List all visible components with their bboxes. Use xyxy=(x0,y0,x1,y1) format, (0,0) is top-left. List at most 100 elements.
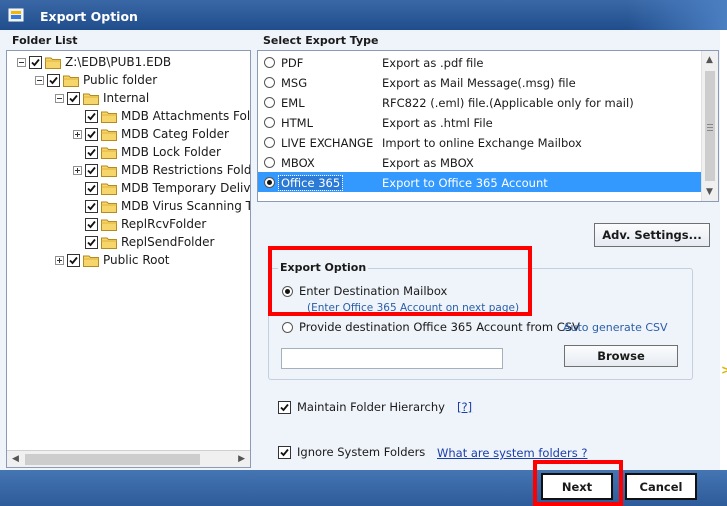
folder-icon xyxy=(101,236,117,249)
export-option-label: Export Option xyxy=(278,261,369,274)
folder-list-label: Folder List xyxy=(12,34,78,47)
expand-icon[interactable] xyxy=(73,165,82,175)
export-type-name: Office 365 xyxy=(277,175,344,191)
export-type-description: Export as .html File xyxy=(382,116,493,130)
scroll-left-icon[interactable]: ◀ xyxy=(12,454,19,464)
provide-csv-radio[interactable] xyxy=(282,321,293,333)
export-type-option[interactable]: MSG Export as Mail Message(.msg) file xyxy=(258,72,701,92)
horizontal-scrollbar[interactable]: ◀ ▶ xyxy=(7,450,250,467)
tree-item[interactable]: MDB Virus Scanning Temp xyxy=(73,197,250,215)
hierarchy-help-link[interactable]: [?] xyxy=(457,400,472,414)
tree-item-checkbox[interactable] xyxy=(85,181,98,195)
tree-item-checkbox[interactable] xyxy=(85,163,98,177)
ignore-system-option[interactable]: Ignore System Folders xyxy=(278,445,425,459)
browse-button[interactable]: Browse xyxy=(564,345,678,367)
tree-item-label: Internal xyxy=(103,91,150,105)
folder-icon xyxy=(83,254,99,267)
export-type-radio[interactable] xyxy=(264,136,275,148)
scroll-up-icon[interactable]: ▲ xyxy=(706,55,713,65)
tree-item-checkbox[interactable] xyxy=(85,199,98,213)
tree-item-checkbox[interactable] xyxy=(67,91,80,105)
folder-icon xyxy=(101,218,117,231)
export-type-name: PDF xyxy=(281,56,304,70)
tree-item[interactable]: ReplSendFolder xyxy=(73,233,214,251)
tree-item[interactable]: Public Root xyxy=(55,251,170,269)
export-type-description: RFC822 (.eml) file.(Applicable only for … xyxy=(382,96,634,110)
export-type-description: Export as Mail Message(.msg) file xyxy=(382,76,576,90)
cancel-button[interactable]: Cancel xyxy=(625,473,697,500)
expand-icon[interactable] xyxy=(55,255,64,265)
enter-mailbox-radio[interactable] xyxy=(282,285,293,297)
tree-item-checkbox[interactable] xyxy=(85,235,98,249)
tree-item-checkbox[interactable] xyxy=(85,109,98,123)
tree-item[interactable]: ReplRcvFolder xyxy=(73,215,206,233)
collapse-icon[interactable] xyxy=(35,75,44,85)
export-type-label: Select Export Type xyxy=(263,34,379,47)
provide-csv-label: Provide destination Office 365 Account f… xyxy=(299,320,580,334)
scroll-down-icon[interactable]: ▼ xyxy=(706,187,713,197)
export-type-name: MSG xyxy=(281,76,308,90)
tree-item-label: MDB Categ Folder xyxy=(121,127,229,141)
maintain-hierarchy-option[interactable]: Maintain Folder Hierarchy xyxy=(278,400,445,414)
export-type-option[interactable]: Office 365 Export to Office 365 Account xyxy=(258,172,701,192)
scrollbar-thumb[interactable] xyxy=(25,454,200,465)
tree-item[interactable]: MDB Temporary Delivery xyxy=(73,179,250,197)
grip-icon xyxy=(707,124,713,131)
tree-item-label: ReplRcvFolder xyxy=(121,217,207,231)
tree-item-checkbox[interactable] xyxy=(85,217,98,231)
export-type-radio[interactable] xyxy=(264,156,275,168)
collapse-icon[interactable] xyxy=(17,57,26,67)
export-type-radio[interactable] xyxy=(264,96,275,108)
tree-item[interactable]: MDB Restrictions Folder xyxy=(73,161,250,179)
export-type-description: Export as .pdf file xyxy=(382,56,484,70)
tree-item-checkbox[interactable] xyxy=(47,73,60,87)
export-type-option[interactable]: LIVE EXCHANGE Import to online Exchange M… xyxy=(258,132,701,152)
expand-icon[interactable] xyxy=(73,129,82,139)
maintain-hierarchy-checkbox[interactable] xyxy=(278,400,291,414)
tree-item[interactable]: MDB Attachments Folder xyxy=(73,107,250,125)
export-type-radio[interactable] xyxy=(264,56,275,68)
folder-tree[interactable]: ◀ ▶ Z:\EDB\PUB1.EDB Public folder Internal… xyxy=(6,50,251,468)
export-type-radio[interactable] xyxy=(264,76,275,88)
tree-item-checkbox[interactable] xyxy=(85,127,98,141)
folder-icon xyxy=(101,146,117,159)
tree-item[interactable]: Z:\EDB\PUB1.EDB xyxy=(17,53,171,71)
export-type-option[interactable]: HTML Export as .html File xyxy=(258,112,701,132)
tree-item[interactable]: Public folder xyxy=(35,71,157,89)
tree-item-label: MDB Lock Folder xyxy=(121,145,221,159)
tree-item-checkbox[interactable] xyxy=(29,55,42,69)
export-type-list[interactable]: ▲ ▼ PDF Export as .pdf file MSG Export as M… xyxy=(257,50,719,202)
auto-generate-csv-link[interactable]: Auto generate CSV xyxy=(563,321,668,334)
csv-path-input[interactable] xyxy=(281,348,503,369)
app-icon xyxy=(8,8,24,22)
folder-icon xyxy=(45,56,61,69)
ignore-system-label: Ignore System Folders xyxy=(297,445,426,459)
export-type-option[interactable]: MBOX Export as MBOX xyxy=(258,152,701,172)
folder-icon xyxy=(83,92,99,105)
export-type-radio[interactable] xyxy=(264,176,275,188)
scroll-right-icon[interactable]: ▶ xyxy=(238,454,245,464)
tree-item[interactable]: MDB Lock Folder xyxy=(73,143,221,161)
tree-item-label: ReplSendFolder xyxy=(121,235,215,249)
tree-item-checkbox[interactable] xyxy=(67,253,80,267)
tree-item[interactable]: MDB Categ Folder xyxy=(73,125,229,143)
vertical-scrollbar[interactable]: ▲ ▼ xyxy=(701,51,718,201)
collapse-icon[interactable] xyxy=(55,93,64,103)
export-type-name: EML xyxy=(281,96,305,110)
provide-csv-option[interactable]: Provide destination Office 365 Account f… xyxy=(282,320,580,334)
folder-icon xyxy=(101,128,117,141)
export-type-radio[interactable] xyxy=(264,116,275,128)
tree-item[interactable]: Internal xyxy=(55,89,149,107)
next-button[interactable]: Next xyxy=(541,473,613,500)
adv-settings-button[interactable]: Adv. Settings... xyxy=(594,223,710,247)
check-icon xyxy=(280,403,289,411)
tree-item-checkbox[interactable] xyxy=(85,145,98,159)
export-type-option[interactable]: EML RFC822 (.eml) file.(Applicable only f… xyxy=(258,92,701,112)
export-type-option[interactable]: PDF Export as .pdf file xyxy=(258,52,701,72)
export-type-name: LIVE EXCHANGE xyxy=(281,136,374,150)
window-title: Export Option xyxy=(40,9,138,24)
system-folders-link[interactable]: What are system folders ? xyxy=(437,446,588,460)
ignore-system-checkbox[interactable] xyxy=(278,445,291,459)
enter-mailbox-option[interactable]: Enter Destination Mailbox xyxy=(282,284,447,298)
enter-mailbox-label: Enter Destination Mailbox xyxy=(299,284,448,298)
